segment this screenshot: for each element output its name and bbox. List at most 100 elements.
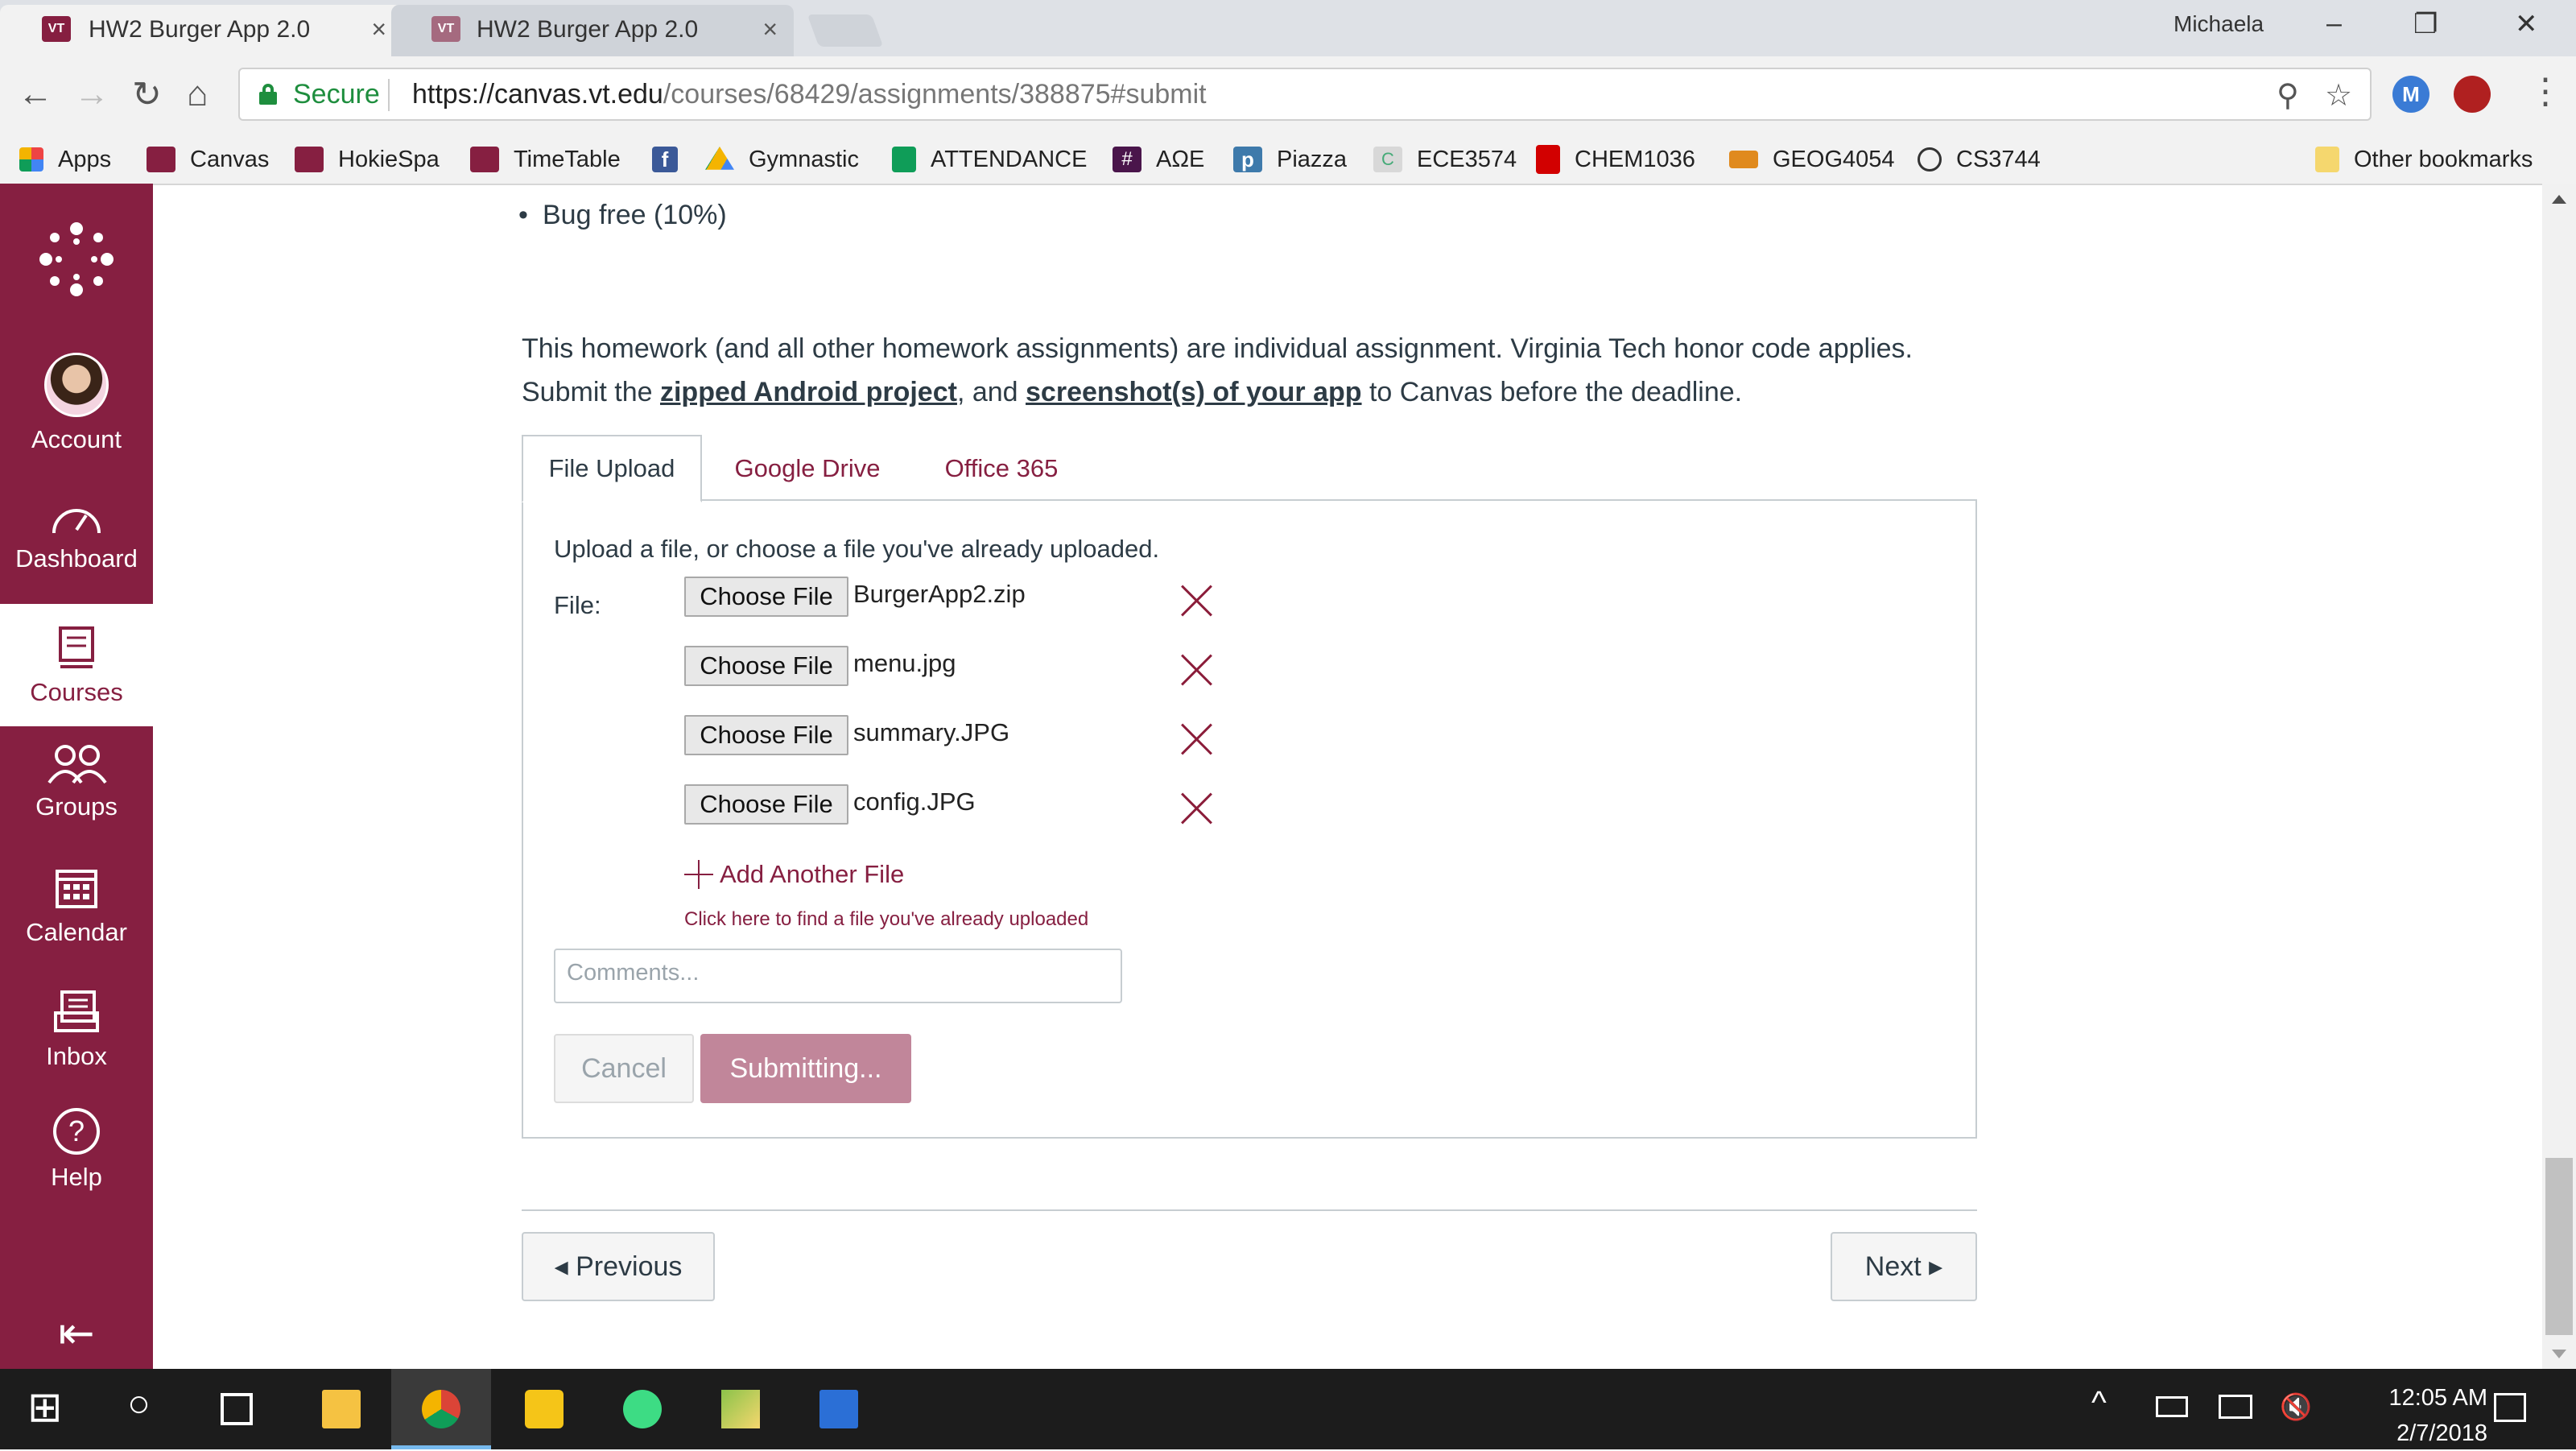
cancel-button[interactable]: Cancel (554, 1034, 694, 1103)
google-sheets-icon (892, 147, 916, 172)
instructions-end-text: to Canvas before the deadline. (1361, 377, 1743, 407)
tray-expand-icon[interactable]: ^ (2091, 1385, 2107, 1421)
choose-file-button[interactable]: Choose File (684, 646, 848, 686)
bookmark-chem1036[interactable]: CHEM1036 (1536, 143, 1695, 176)
previous-button[interactable]: ◂ Previous (522, 1232, 715, 1301)
add-another-file-link[interactable]: Add Another File (684, 860, 904, 889)
scroll-up-arrow-icon[interactable] (2552, 195, 2566, 204)
choose-file-button[interactable]: Choose File (684, 784, 848, 825)
browser-menu-icon[interactable]: ⋮ (2528, 71, 2563, 112)
comments-field[interactable] (554, 949, 1122, 1003)
browser-tab-inactive[interactable]: VT HW2 Burger App 2.0 × (391, 5, 794, 56)
remove-file-icon[interactable] (1180, 723, 1212, 755)
bookmark-aoe[interactable]: # ΑΩΕ (1113, 143, 1204, 176)
next-button[interactable]: Next ▸ (1831, 1232, 1977, 1301)
cortana-search-icon[interactable]: ○ (127, 1382, 151, 1426)
scrollbar-thumb[interactable] (2545, 1158, 2573, 1335)
bookmark-hokiespa[interactable]: HokieSpa (295, 143, 440, 176)
remove-file-icon[interactable] (1180, 654, 1212, 686)
choose-file-button[interactable]: Choose File (684, 715, 848, 755)
nav-inbox[interactable]: Inbox (0, 989, 153, 1071)
nav-calendar[interactable]: Calendar (0, 865, 153, 947)
vt-favicon-icon: VT (431, 16, 460, 42)
back-icon[interactable]: ← (18, 74, 53, 114)
tips-lightbulb-icon[interactable] (525, 1390, 564, 1428)
tab-google-drive[interactable]: Google Drive (702, 435, 913, 502)
windows-start-icon[interactable]: ⊞ (27, 1383, 63, 1432)
close-tab-icon[interactable]: × (371, 14, 386, 44)
volume-muted-icon[interactable]: 🔇 (2280, 1391, 2312, 1422)
bookmark-facebook[interactable]: f (652, 143, 692, 176)
bookmark-label: ΑΩΕ (1156, 146, 1205, 172)
collapse-nav-icon[interactable]: ⇤ (0, 1308, 153, 1358)
nav-help[interactable]: ? Help (0, 1108, 153, 1192)
app-window-icon[interactable] (819, 1390, 858, 1428)
reload-icon[interactable]: ↻ (132, 74, 162, 115)
nav-dashboard[interactable]: Dashboard (0, 498, 153, 573)
browser-tab-active[interactable]: VT HW2 Burger App 2.0 × (0, 5, 402, 56)
bookmark-attendance[interactable]: ATTENDANCE (892, 143, 1087, 176)
nav-calendar-label: Calendar (26, 918, 127, 946)
system-clock[interactable]: 12:05 AM 2/7/2018 (2326, 1380, 2487, 1451)
remove-file-icon[interactable] (1180, 585, 1212, 617)
nav-courses[interactable]: Courses (0, 604, 153, 726)
bookmark-canvas[interactable]: Canvas (147, 143, 269, 176)
image-editor-icon[interactable] (721, 1390, 760, 1428)
home-icon[interactable]: ⌂ (187, 74, 208, 114)
extension-m-icon[interactable]: M (2392, 76, 2429, 113)
smiley-icon (1918, 147, 1942, 172)
nav-groups[interactable]: Groups (0, 742, 153, 821)
network-icon[interactable] (2219, 1395, 2252, 1419)
slack-hash-icon: # (1113, 147, 1141, 172)
minimize-icon[interactable]: – (2326, 8, 2342, 39)
bookmark-timetable[interactable]: TimeTable (470, 143, 621, 176)
vt-logo-icon (470, 147, 499, 172)
courses-icon (59, 626, 94, 668)
bookmark-ece3574[interactable]: C ECE3574 (1373, 143, 1517, 176)
profile-name[interactable]: Michaela (2174, 11, 2264, 37)
bookmark-apps[interactable]: Apps (19, 143, 111, 176)
close-tab-icon[interactable]: × (762, 14, 778, 44)
action-center-icon[interactable] (2494, 1393, 2526, 1422)
avatar-icon (44, 353, 109, 417)
new-tab-button[interactable] (807, 14, 884, 47)
tab-office-365[interactable]: Office 365 (913, 435, 1090, 502)
vertical-scrollbar[interactable] (2542, 184, 2576, 1369)
scroll-down-arrow-icon[interactable] (2552, 1350, 2566, 1358)
bookmark-other[interactable]: Other bookmarks (2315, 143, 2533, 176)
bookmarks-bar: Apps Canvas HokieSpa TimeTable f Gymnast… (0, 134, 2576, 185)
bookmark-geog4054[interactable]: GEOG4054 (1729, 143, 1895, 176)
android-studio-icon[interactable] (623, 1390, 662, 1428)
chrome-icon[interactable] (422, 1390, 460, 1428)
mcgraw-hill-icon (1536, 145, 1560, 174)
nav-courses-label: Courses (30, 678, 123, 706)
canvas-logo[interactable] (0, 221, 153, 306)
remove-file-icon[interactable] (1180, 792, 1212, 825)
extension-red-icon[interactable] (2454, 76, 2491, 113)
battery-icon[interactable] (2156, 1396, 2188, 1417)
bookmark-cs3744[interactable]: CS3744 (1918, 143, 2041, 176)
bookmark-gymnastic[interactable]: Gymnastic (705, 143, 859, 176)
nav-account[interactable]: Account (0, 353, 153, 454)
zipped-project-link[interactable]: zipped Android project (660, 377, 957, 407)
file-name: summary.JPG (853, 718, 1010, 746)
calendar-icon (56, 870, 97, 908)
screenshots-link[interactable]: screenshot(s) of your app (1026, 377, 1362, 407)
address-bar[interactable]: Secure https://canvas.vt.edu/courses/684… (238, 68, 2372, 121)
bookmark-star-icon[interactable]: ☆ (2325, 77, 2352, 114)
search-icon[interactable]: ⚲ (2277, 77, 2299, 114)
submit-assignment-button[interactable]: Submitting... (700, 1034, 911, 1103)
bookmark-label: CHEM1036 (1575, 146, 1695, 172)
window-close-icon[interactable]: ✕ (2515, 8, 2538, 40)
restore-icon[interactable]: ❐ (2413, 8, 2438, 40)
file-explorer-icon[interactable] (322, 1390, 361, 1428)
url-text[interactable]: https://canvas.vt.edu/courses/68429/assi… (412, 79, 1207, 110)
find-uploaded-file-link[interactable]: Click here to find a file you've already… (684, 908, 1088, 931)
forward-icon[interactable]: → (74, 74, 109, 114)
browser-toolbar: ← → ↻ ⌂ Secure https://canvas.vt.edu/cou… (0, 56, 2576, 134)
choose-file-button[interactable]: Choose File (684, 577, 848, 617)
task-view-icon[interactable] (221, 1393, 253, 1425)
bookmark-piazza[interactable]: p Piazza (1233, 143, 1347, 176)
file-label: File: (554, 591, 601, 619)
tab-file-upload[interactable]: File Upload (522, 435, 702, 502)
